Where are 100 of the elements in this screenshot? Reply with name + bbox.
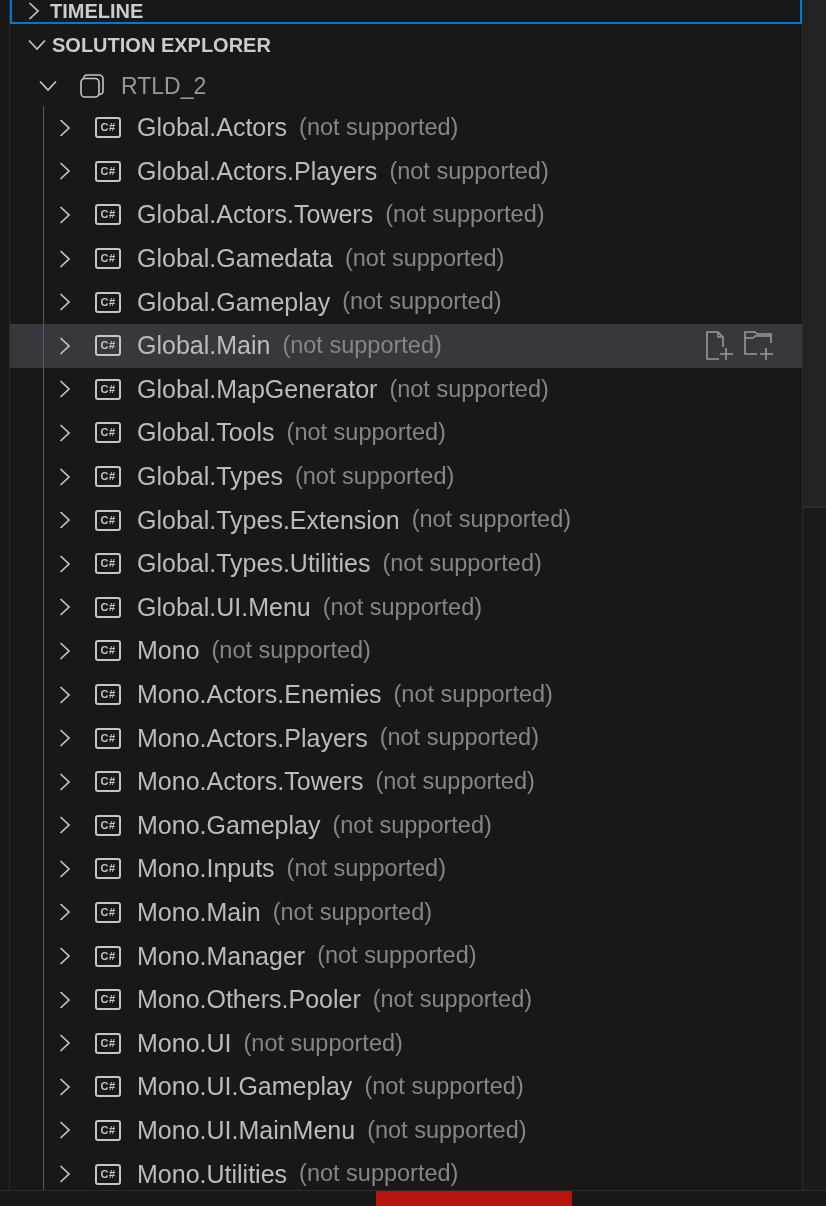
project-label: Global.Gamedata [137,246,333,272]
solution-explorer-header[interactable]: SOLUTION EXPLORER [10,24,802,66]
project-description: (not supported) [389,377,549,402]
project-description: (not supported) [243,1031,403,1055]
tree-row[interactable]: C# Global.Actors.Towers (not supported) [10,193,802,237]
tree-row[interactable]: C# Mono (not supported) [10,629,802,673]
tree-row[interactable]: C# Mono.UI.Gameplay (not supported) [10,1065,802,1109]
file-type-badge: C# [95,1163,121,1185]
project-label: Mono.Inputs [137,856,275,882]
file-type-badge: C# [95,553,121,575]
file-type-badge: C# [95,1032,121,1054]
project-description: (not supported) [364,1075,524,1099]
project-description: (not supported) [375,769,535,794]
file-type-badge: C# [95,1076,121,1098]
file-type-badge: C# [95,814,121,836]
project-label: Global.Actors.Players [137,158,378,184]
file-type-badge: C# [95,335,121,357]
file-type-badge: C# [95,160,121,182]
project-description: (not supported) [372,987,533,1012]
new-file-icon[interactable] [706,330,734,361]
project-label: Global.Actors [137,115,288,141]
project-label: Mono [137,638,200,664]
tree-row[interactable]: C# Global.Types (not supported) [10,454,802,499]
project-description: (not supported) [385,203,545,227]
project-label: Global.Types [137,464,283,490]
file-type-badge: C# [95,684,121,705]
file-type-badge: C# [95,989,121,1011]
tree-row[interactable]: C# Global.Tools (not supported) [10,411,802,455]
project-description: (not supported) [342,290,502,314]
tree-row[interactable]: C# Global.Gameplay (not supported) [10,280,802,324]
project-description: (not supported) [322,595,483,620]
tree-row[interactable]: C# Global.Actors (not supported) [10,106,802,150]
project-label: Global.Main [137,333,271,359]
file-type-badge: C# [95,248,121,270]
timeline-header[interactable]: TIMELINE [10,0,802,24]
project-description: (not supported) [272,900,433,925]
project-description: (not supported) [344,246,505,271]
section-title: SOLUTION EXPLORER [52,35,271,55]
project-description: (not supported) [367,1118,527,1143]
project-description: (not supported) [411,508,572,532]
project-label: Mono.UI.MainMenu [137,1117,356,1143]
tree-row[interactable]: C# Mono.Gameplay (not supported) [10,803,802,848]
tree-row[interactable]: C# Global.Main (not supported) [10,323,802,368]
tree-row[interactable]: C# Global.UI.Menu (not supported) [10,585,802,630]
project-label: Mono.UI.Gameplay [137,1074,353,1100]
project-label: Mono.Manager [137,943,306,969]
file-type-badge: C# [95,117,121,139]
file-type-badge: C# [95,902,121,923]
project-description: (not supported) [286,421,446,445]
tree-row[interactable]: C# Mono.Others.Pooler (not supported) [10,977,802,1022]
project-description: (not supported) [211,639,371,663]
file-type-badge: C# [95,640,121,662]
tree-row[interactable]: C# Mono.Main (not supported) [10,890,802,935]
project-label: Mono.Utilities [137,1161,288,1187]
file-type-badge: C# [95,1119,121,1141]
project-description: (not supported) [389,159,549,184]
tree-row[interactable]: C# Mono.Utilities (not supported) [10,1152,802,1190]
project-description: (not supported) [294,464,455,489]
project-label: Mono.Actors.Players [137,725,368,751]
project-description: (not supported) [282,334,442,358]
project-label: Mono.Actors.Towers [137,769,364,795]
file-type-badge: C# [95,291,121,313]
tree-row[interactable]: C# Mono.Manager (not supported) [10,934,802,978]
tree-row[interactable]: C# Mono.Actors.Players (not supported) [10,716,802,760]
project-description: (not supported) [379,726,539,750]
file-type-badge: C# [95,596,121,618]
project-label: Mono.UI [137,1030,232,1056]
tree-row[interactable]: C# Mono.Inputs (not supported) [10,847,802,891]
tree-row[interactable]: C# Global.MapGenerator (not supported) [10,367,802,412]
project-label: Global.Actors.Towers [137,202,374,228]
scrollbar-thumb[interactable] [803,0,826,508]
tree-row[interactable]: C# Global.Types.Extension (not supported) [10,498,802,542]
tree-row[interactable]: C# Global.Types.Utilities (not supported) [10,541,802,586]
solution-label: RTLD_2 [121,74,207,98]
project-label: Mono.Actors.Enemies [137,682,382,707]
project-label: Mono.Gameplay [137,812,321,838]
file-type-badge: C# [95,727,121,749]
file-type-badge: C# [95,509,121,531]
project-label: Global.Tools [137,420,275,446]
tree-row[interactable]: C# Mono.Actors.Enemies (not supported) [10,672,802,717]
project-label: Global.MapGenerator [137,376,378,402]
project-label: Global.Gameplay [137,289,331,315]
file-type-badge: C# [95,858,121,880]
project-description: (not supported) [299,1162,459,1186]
tree-row[interactable]: RTLD_2 [10,66,802,106]
new-folder-icon[interactable] [744,330,774,361]
tree-row[interactable]: C# Mono.UI (not supported) [10,1021,802,1066]
tree-row[interactable]: C# Global.Gamedata (not supported) [10,236,802,281]
project-description: (not supported) [332,813,492,838]
tree-row[interactable]: C# Mono.UI.MainMenu (not supported) [10,1108,802,1153]
file-type-badge: C# [95,945,121,967]
file-type-badge: C# [95,466,121,488]
stacked-squares-icon [80,74,104,98]
file-type-badge: C# [95,378,121,400]
tree-row[interactable]: C# Global.Actors.Players (not supported) [10,149,802,194]
file-type-badge: C# [95,204,121,226]
project-description: (not supported) [393,682,553,707]
tree-row[interactable]: C# Mono.Actors.Towers (not supported) [10,759,802,804]
timeline-title: TIMELINE [50,1,144,21]
project-description: (not supported) [317,944,477,968]
